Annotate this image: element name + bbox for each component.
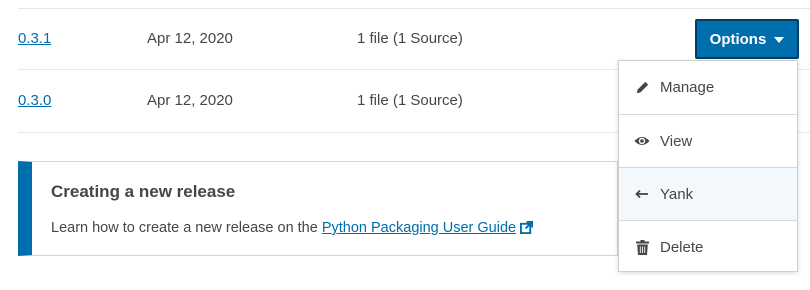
release-files: 1 file (1 Source): [357, 30, 463, 47]
pencil-icon: [634, 80, 650, 96]
options-button[interactable]: Options: [695, 19, 799, 59]
packaging-guide-link-text: Python Packaging User Guide: [321, 220, 517, 236]
menu-item-label: Manage: [660, 79, 715, 96]
release-history: 0.3.1 Apr 12, 2020 1 file (1 Source) Opt…: [0, 0, 810, 290]
arrow-left-icon: [634, 186, 650, 202]
external-link-icon: [520, 221, 534, 234]
caret-down-icon: [774, 37, 785, 43]
menu-item-label: Delete: [660, 238, 704, 256]
menu-item-label: View: [660, 132, 693, 150]
release-date: Apr 12, 2020: [147, 30, 233, 47]
release-files: 1 file (1 Source): [357, 92, 463, 109]
release-date: Apr 12, 2020: [147, 92, 233, 109]
options-dropdown-menu: Manage View Yank Delete: [618, 60, 798, 272]
new-release-callout: Creating a new release Learn how to crea…: [18, 161, 618, 256]
callout-heading: Creating a new release: [51, 182, 236, 201]
release-version-link[interactable]: 0.3.1: [18, 8, 51, 70]
eye-icon: [634, 133, 650, 149]
menu-item-manage[interactable]: Manage: [619, 61, 797, 114]
menu-item-view[interactable]: View: [619, 114, 797, 167]
callout-body-text: Learn how to create a new release on the: [51, 220, 322, 236]
menu-item-delete[interactable]: Delete: [619, 220, 797, 273]
menu-item-yank[interactable]: Yank: [619, 167, 797, 220]
packaging-guide-link[interactable]: Python Packaging User Guide: [321, 220, 534, 236]
menu-item-label: Yank: [660, 185, 694, 203]
callout-body: Learn how to create a new release on the…: [51, 220, 534, 236]
trash-icon: [634, 239, 650, 255]
options-button-label: Options: [709, 30, 767, 48]
release-version-link[interactable]: 0.3.0: [18, 70, 51, 132]
